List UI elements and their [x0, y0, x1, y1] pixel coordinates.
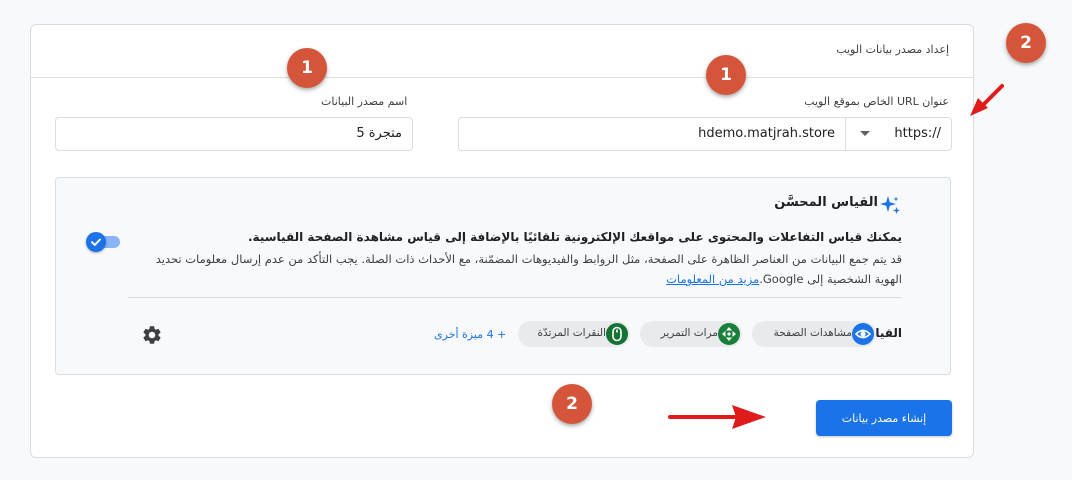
- annotation-arrow-icon: [970, 84, 1004, 116]
- check-icon: [91, 238, 101, 246]
- sparkle-icon: [880, 196, 900, 214]
- chip-outbound-clicks: النقرات المرتدّة: [518, 321, 630, 347]
- chip-label: مرات التمرير: [660, 327, 718, 339]
- stream-name-input[interactable]: [82, 126, 402, 141]
- more-features-link[interactable]: + 4 ميزة أخرى: [434, 328, 506, 341]
- enhanced-measurement-summary: يمكنك قياس التفاعلات والمحتوى على مواقعك…: [248, 230, 902, 244]
- enhanced-measurement-description: قد يتم جمع البيانات من العناصر الظاهرة ع…: [142, 249, 902, 289]
- chip-scrolls: مرات التمرير: [640, 321, 742, 347]
- web-stream-setup-card: إعداد مصدر بيانات الويب عنوان URL الخاص …: [30, 24, 974, 458]
- protocol-value: https://: [894, 126, 941, 141]
- chip-page-views: مشاهدات الصفحة: [752, 321, 876, 347]
- toggle-thumb: [86, 232, 106, 252]
- section-divider: [128, 297, 902, 298]
- annotation-badge-1: 1: [287, 48, 327, 88]
- learn-more-link[interactable]: مزيد من المعلومات: [666, 272, 759, 286]
- chip-label: مشاهدات الصفحة: [773, 327, 852, 339]
- website-url-field: https://: [458, 117, 952, 151]
- stream-name-field: [55, 117, 413, 151]
- enhanced-measurement-title: القياس المحسَّن: [774, 195, 878, 210]
- scroll-icon: [718, 323, 740, 345]
- eye-icon: [852, 323, 874, 345]
- header-divider: [31, 77, 973, 78]
- create-stream-button[interactable]: إنشاء مصدر بيانات: [816, 400, 952, 436]
- annotation-badge-1: 1: [706, 55, 746, 95]
- annotation-badge-2: 2: [552, 384, 592, 424]
- enhanced-measurement-section: القياس المحسَّن يمكنك قياس التفاعلات وال…: [55, 177, 951, 375]
- annotation-badge-2: 2: [1006, 23, 1046, 63]
- website-url-input[interactable]: [585, 126, 835, 141]
- card-title: إعداد مصدر بيانات الويب: [836, 43, 949, 56]
- chevron-down-icon: [860, 131, 870, 136]
- annotation-arrow-icon: [668, 405, 766, 429]
- protocol-select[interactable]: https://: [845, 118, 951, 150]
- gear-icon[interactable]: [141, 324, 163, 346]
- enhanced-measurement-toggle[interactable]: [86, 232, 122, 252]
- website-url-label: عنوان URL الخاص بموقع الويب: [804, 95, 949, 108]
- mouse-icon: [606, 323, 628, 345]
- stream-name-label: اسم مصدر البيانات: [321, 95, 408, 108]
- description-text: قد يتم جمع البيانات من العناصر الظاهرة ع…: [155, 252, 902, 286]
- chip-label: النقرات المرتدّة: [537, 327, 606, 339]
